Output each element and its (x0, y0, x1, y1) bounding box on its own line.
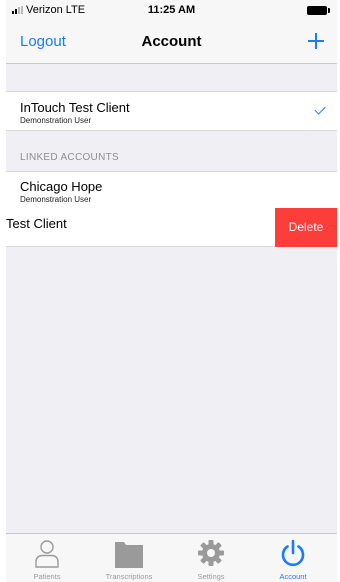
status-bar: Verizon LTE 11:25 AM (6, 0, 337, 20)
linked-accounts-header: LINKED ACCOUNTS (20, 152, 119, 163)
account-name: Test Client (6, 216, 67, 231)
account-user: Demonstration User (20, 116, 92, 125)
tab-settings[interactable]: Settings (170, 534, 252, 582)
folder-icon (115, 542, 143, 568)
tab-label: Transcriptions (105, 572, 153, 581)
tab-label: Settings (197, 572, 225, 581)
page-title: Account (141, 33, 202, 50)
tab-bar: Patients Transcriptions Settings Account (6, 533, 337, 582)
plus-icon[interactable] (301, 24, 331, 58)
tab-account[interactable]: Account (252, 534, 334, 582)
account-row-swiped[interactable]: Test Client Delete (6, 208, 337, 247)
tab-label: Account (279, 572, 307, 581)
tab-label: Patients (33, 572, 61, 581)
account-name: Chicago Hope (20, 179, 103, 194)
account-row-linked[interactable]: Chicago Hope Demonstration User (6, 171, 337, 209)
account-row-current[interactable]: InTouch Test Client Demonstration User (6, 91, 337, 131)
tab-patients[interactable]: Patients (6, 534, 88, 582)
battery-icon (307, 6, 330, 15)
account-name: InTouch Test Client (20, 100, 130, 115)
tab-transcriptions[interactable]: Transcriptions (88, 534, 170, 582)
delete-button[interactable]: Delete (275, 208, 337, 247)
status-time: 11:25 AM (147, 4, 196, 16)
navigation-bar: Logout Account (6, 20, 337, 64)
gear-icon (198, 540, 224, 566)
checkmark-icon (314, 103, 326, 115)
phone-screen: Verizon LTE 11:25 AM Logout Account InTo… (6, 0, 337, 582)
account-user: Demonstration User (20, 195, 92, 204)
power-icon (281, 539, 305, 567)
person-icon (35, 540, 59, 568)
